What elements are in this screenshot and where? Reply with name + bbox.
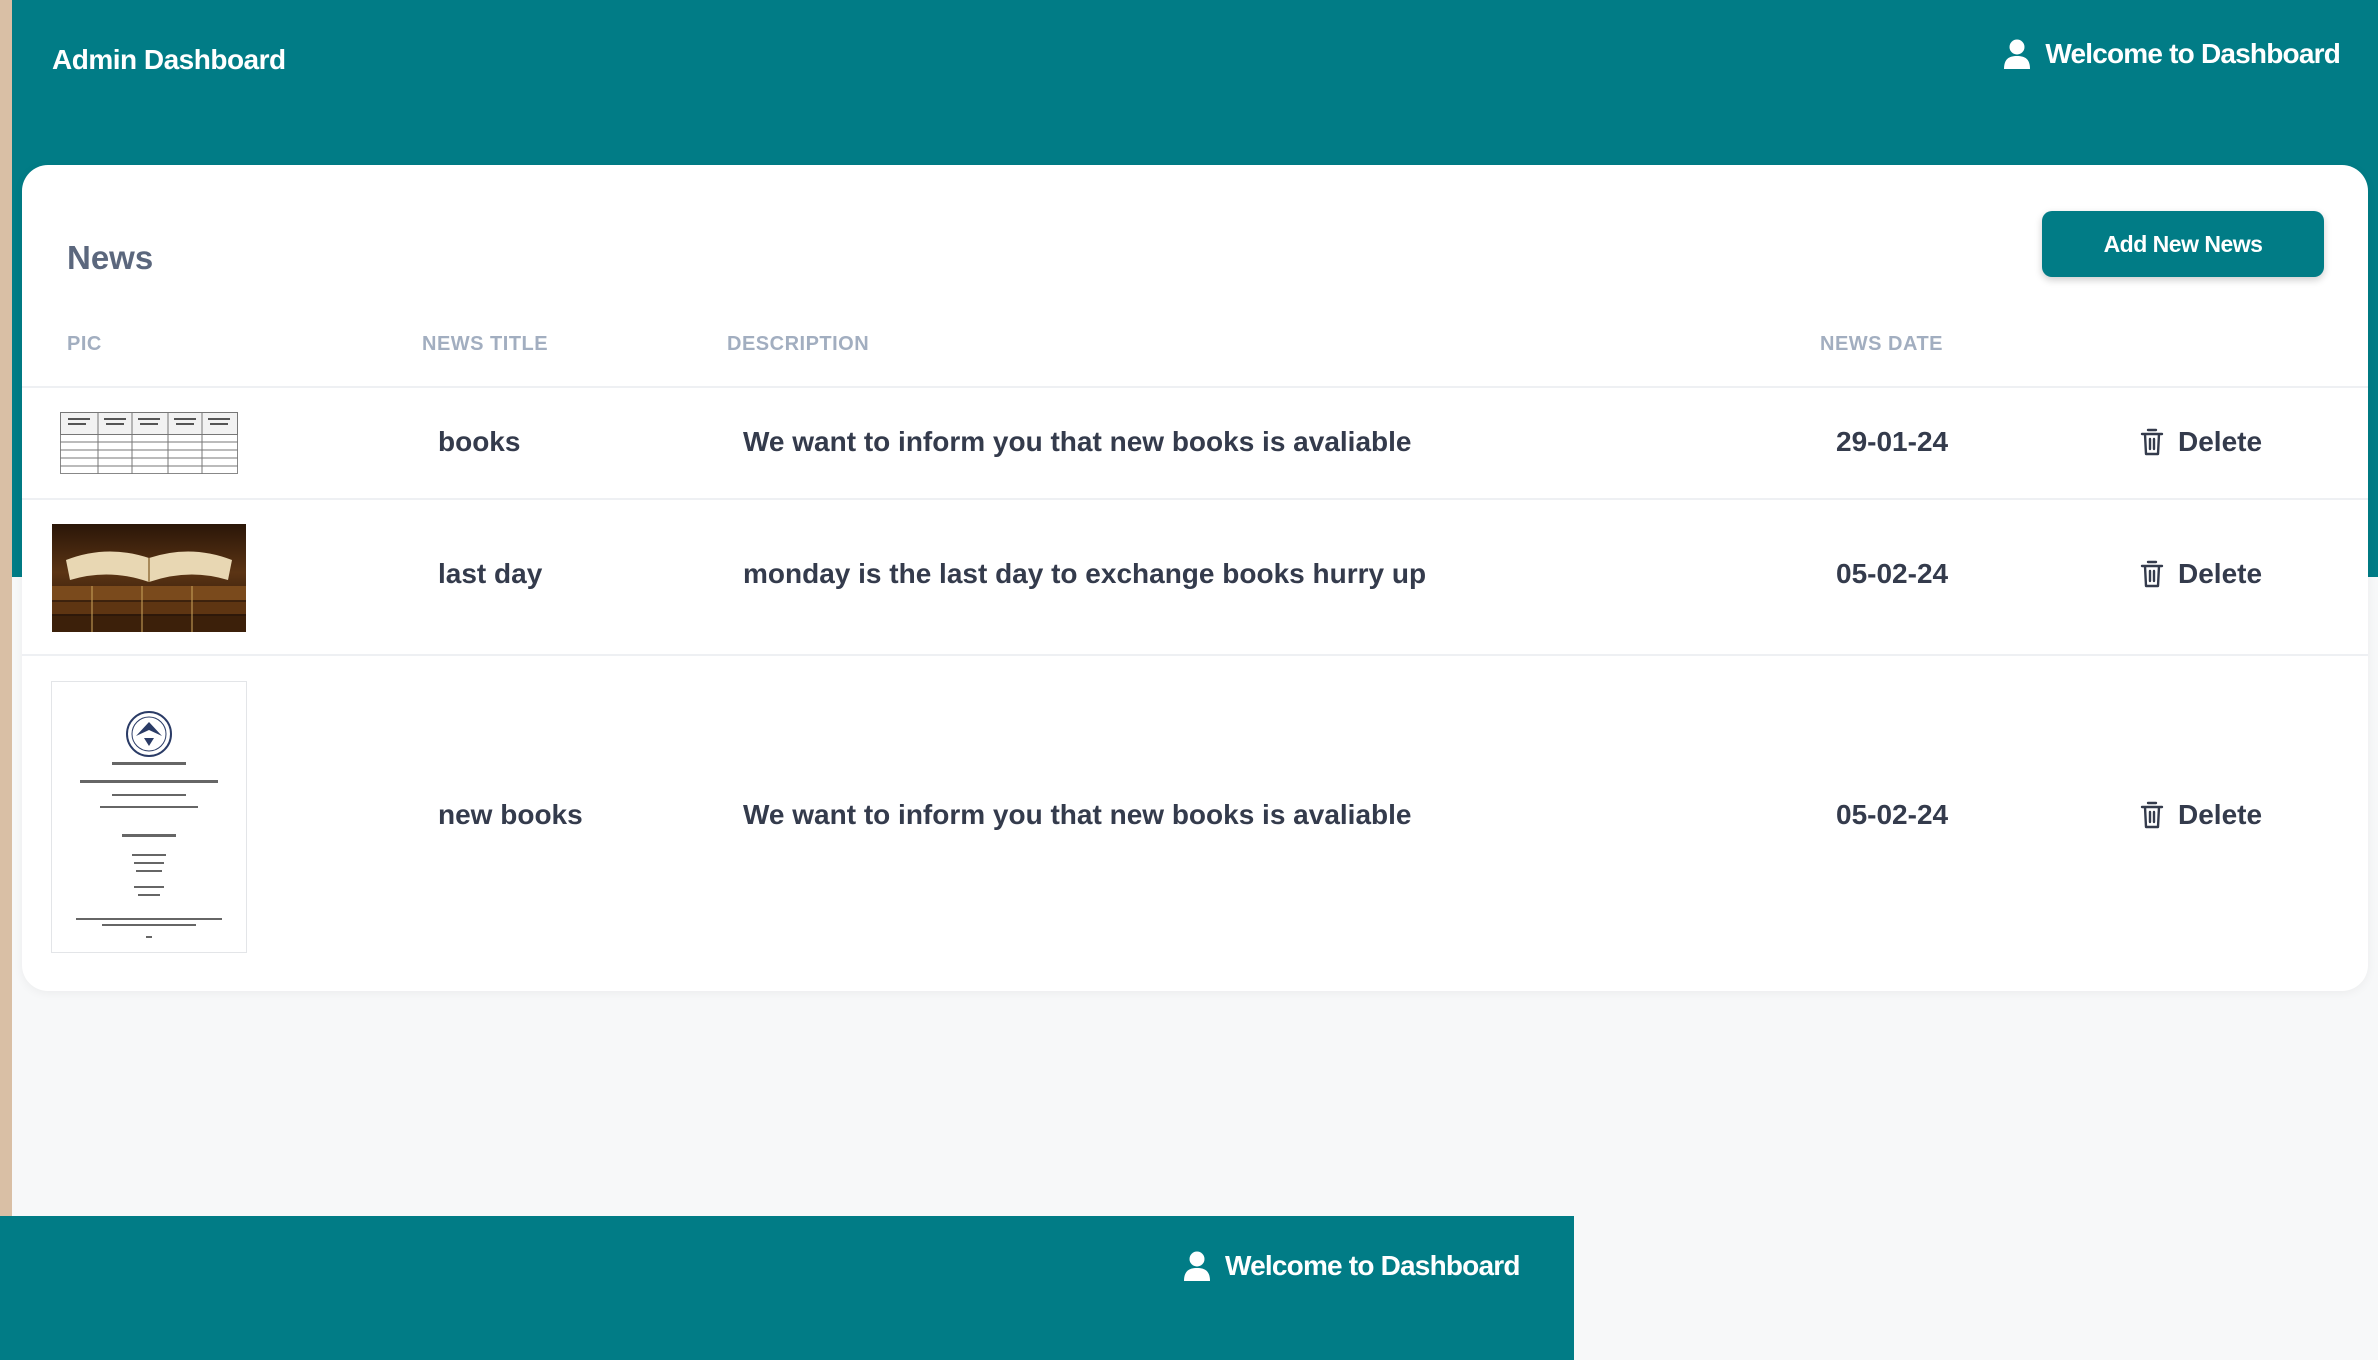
table-document-thumbnail: [60, 412, 238, 474]
news-card: News Add New News PIC NEWS TITLE DESCRIP…: [22, 165, 2368, 991]
user-icon: [1184, 1251, 1210, 1281]
table-row: new books We want to inform you that new…: [22, 654, 2368, 993]
welcome-user-menu-bottom[interactable]: Welcome to Dashboard: [1183, 1250, 1520, 1282]
table-row: books We want to inform you that new boo…: [22, 386, 2368, 500]
news-description: We want to inform you that new books is …: [743, 426, 1412, 457]
column-header-news-title: NEWS TITLE: [422, 333, 549, 355]
app-title: Admin Dashboard: [52, 44, 286, 75]
news-date: 05-02-24: [1836, 558, 1949, 589]
trash-icon: [2140, 801, 2164, 829]
news-title: new books: [438, 799, 583, 830]
trash-icon: [2140, 560, 2164, 588]
delete-button[interactable]: Delete: [2140, 558, 2262, 590]
delete-label: Delete: [2178, 426, 2263, 457]
news-title: books: [438, 426, 521, 457]
welcome-label: Welcome to Dashboard: [2045, 38, 2340, 69]
welcome-label-bottom: Welcome to Dashboard: [1225, 1250, 1520, 1281]
news-description: monday is the last day to exchange books…: [743, 558, 1427, 589]
table-header: PIC NEWS TITLE DESCRIPTION NEWS DATE: [22, 333, 2368, 383]
open-book-photo: [52, 524, 246, 632]
table-row: last day monday is the last day to excha…: [22, 498, 2368, 656]
add-new-news-button[interactable]: Add New News: [2042, 211, 2324, 277]
column-header-description: DESCRIPTION: [727, 333, 870, 355]
news-date: 29-01-24: [1836, 426, 1949, 457]
top-navbar: [12, 0, 2378, 165]
news-description: We want to inform you that new books is …: [743, 799, 1412, 830]
delete-button[interactable]: Delete: [2140, 799, 2262, 831]
left-edge-strip: [0, 0, 12, 1216]
delete-label: Delete: [2178, 799, 2263, 830]
delete-label: Delete: [2178, 558, 2263, 589]
news-picture[interactable]: [60, 412, 238, 474]
column-header-pic: PIC: [67, 333, 102, 355]
news-picture[interactable]: [52, 682, 246, 952]
trash-icon: [2140, 428, 2164, 456]
certificate-document-thumbnail: [52, 682, 246, 952]
column-header-news-date: NEWS DATE: [1820, 333, 1944, 355]
delete-button[interactable]: Delete: [2140, 426, 2262, 458]
page-title: News: [67, 239, 154, 276]
news-picture[interactable]: [52, 524, 246, 632]
welcome-user-menu[interactable]: Welcome to Dashboard: [2003, 38, 2341, 70]
news-title: last day: [438, 558, 543, 589]
user-icon: [2004, 39, 2031, 69]
news-date: 05-02-24: [1836, 799, 1949, 830]
bottom-bar: [0, 1216, 1574, 1360]
